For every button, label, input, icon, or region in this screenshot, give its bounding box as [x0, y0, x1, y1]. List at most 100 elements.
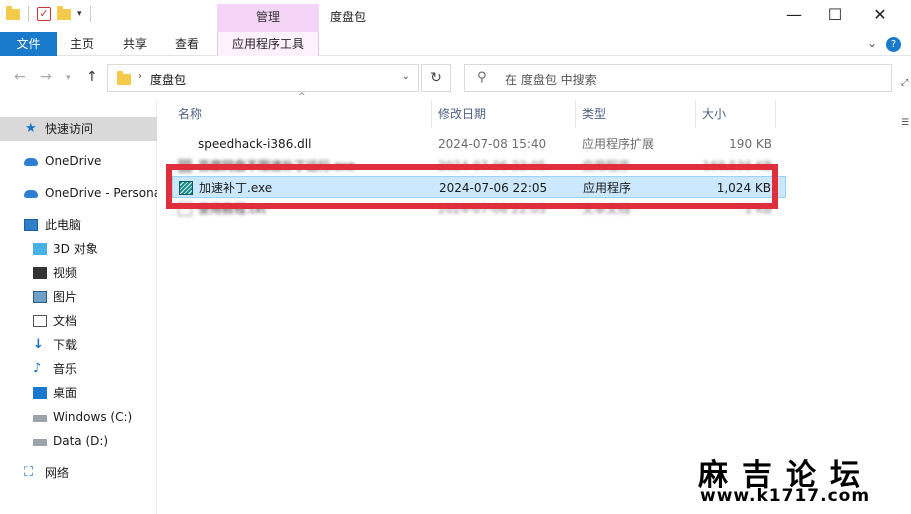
nav-item-drive-c[interactable]: Windows (C:) [0, 405, 157, 429]
file-row[interactable]: 使用教程.txt 2024-07-06 22:05 文本文档 1 KB [172, 198, 786, 220]
network-icon: ⛶ [24, 465, 34, 480]
file-type: 应用程序扩展 [582, 137, 655, 151]
cloud-icon [24, 158, 38, 166]
file-row[interactable]: speedhack-i386.dll 2024-07-08 15:40 应用程序… [172, 133, 786, 155]
nav-item-downloads[interactable]: ↓ 下载 [0, 333, 157, 357]
nav-item-quick-access[interactable]: ★ 快速访问 [0, 117, 157, 141]
help-icon[interactable]: ? [886, 37, 901, 52]
column-header-date[interactable]: 修改日期 [432, 100, 576, 128]
column-header-type[interactable]: 类型 [576, 100, 696, 128]
cloud-icon [24, 190, 38, 198]
maximize-button[interactable]: ☐ [812, 0, 858, 30]
nav-item-label: 音乐 [53, 362, 78, 376]
expand-icon[interactable]: ⤢ [901, 78, 908, 88]
nav-item-label: 桌面 [53, 386, 78, 400]
divider [89, 6, 91, 22]
watermark-url: www.k1717.com [700, 486, 871, 506]
search-input[interactable]: ⚲ 在 度盘包 中搜索 [464, 64, 892, 92]
new-folder-icon[interactable] [57, 5, 71, 20]
title-bar: ✓ ▾ 管理 度盘包 — ☐ ✕ [0, 0, 911, 32]
folder-icon [6, 5, 20, 20]
file-size: 190 KB [729, 137, 772, 151]
file-size: 169,536 KB [702, 159, 772, 173]
address-dropdown-chevron-icon[interactable]: ⌄ [402, 71, 410, 82]
tab-manage[interactable]: 管理 [217, 4, 319, 32]
ribbon-tabs: 文件 主页 共享 查看 应用程序工具 ⌄ ? [0, 32, 911, 56]
close-button[interactable]: ✕ [857, 0, 903, 30]
file-date: 2024-07-06 22:05 [438, 202, 547, 216]
tab-share[interactable]: 共享 [113, 32, 157, 56]
nav-item-music[interactable]: ♪ 音乐 [0, 357, 157, 381]
video-icon [33, 267, 47, 279]
layout-icon[interactable]: ☰ [901, 118, 909, 128]
music-icon: ♪ [33, 361, 42, 376]
navigation-pane: ★ 快速访问 OneDrive OneDrive - Persona 此电脑 3… [0, 100, 157, 514]
tab-view[interactable]: 查看 [165, 32, 209, 56]
address-row: ← → ▾ ↑ › 度盘包 ⌄ ↻ ⚲ 在 度盘包 中搜索 [0, 56, 911, 100]
nav-item-label: OneDrive [45, 154, 102, 168]
tab-file[interactable]: 文件 [0, 32, 57, 56]
file-row[interactable]: 百度网盘不限速补丁运行.exe 2024-07-06 22:05 应用程序 16… [172, 155, 786, 177]
cube-icon [33, 243, 47, 255]
divider [28, 6, 29, 22]
nav-item-3d-objects[interactable]: 3D 对象 [0, 237, 157, 261]
search-icon: ⚲ [477, 70, 487, 85]
address-bar[interactable]: › 度盘包 ⌄ [107, 64, 419, 92]
file-type: 应用程序 [583, 181, 632, 195]
column-header-size[interactable]: 大小 [696, 100, 776, 128]
file-name: speedhack-i386.dll [198, 137, 312, 151]
folder-icon [117, 71, 131, 85]
nav-item-desktop[interactable]: 桌面 [0, 381, 157, 405]
nav-item-drive-d[interactable]: Data (D:) [0, 429, 157, 453]
nav-item-label: 图片 [53, 290, 78, 304]
tab-application-tools[interactable]: 应用程序工具 [217, 32, 319, 56]
breadcrumb-chevron-icon[interactable]: › [138, 71, 142, 82]
nav-item-label: 下载 [53, 338, 78, 352]
customize-toolbar-chevron-icon[interactable]: ▾ [77, 9, 82, 19]
forward-arrow-icon[interactable]: → [40, 69, 52, 85]
back-arrow-icon[interactable]: ← [14, 69, 26, 85]
nav-item-documents[interactable]: 文档 [0, 309, 157, 333]
nav-item-label: 网络 [45, 466, 70, 480]
nav-item-onedrive-personal[interactable]: OneDrive - Persona [0, 181, 157, 205]
tab-home[interactable]: 主页 [60, 32, 104, 56]
recent-locations-chevron-icon[interactable]: ▾ [66, 73, 71, 83]
patch-app-icon [179, 181, 193, 195]
properties-icon[interactable]: ✓ [37, 7, 51, 21]
drive-icon [33, 415, 47, 422]
file-date: 2024-07-06 22:05 [438, 159, 547, 173]
nav-item-label: 快速访问 [45, 122, 94, 136]
nav-item-onedrive[interactable]: OneDrive [0, 149, 157, 173]
text-file-icon [178, 202, 192, 216]
nav-item-this-pc[interactable]: 此电脑 [0, 213, 157, 237]
file-size: 1 KB [744, 202, 772, 216]
nav-item-label: 此电脑 [45, 218, 82, 232]
nav-item-label: Windows (C:) [53, 410, 133, 424]
breadcrumb[interactable]: 度盘包 [150, 71, 186, 88]
exe-icon [178, 159, 192, 173]
document-icon [33, 315, 47, 327]
up-arrow-icon[interactable]: ↑ [86, 69, 98, 85]
column-header-name[interactable]: 名称 [172, 100, 432, 128]
file-type: 文本文档 [582, 202, 631, 216]
star-icon: ★ [25, 121, 37, 136]
minimize-button[interactable]: — [771, 0, 817, 30]
refresh-button[interactable]: ↻ [421, 64, 451, 92]
window-title: 度盘包 [330, 10, 367, 24]
nav-item-pictures[interactable]: 图片 [0, 285, 157, 309]
nav-item-network[interactable]: ⛶ 网络 [0, 461, 157, 485]
nav-item-videos[interactable]: 视频 [0, 261, 157, 285]
nav-item-label: Data (D:) [53, 434, 109, 448]
file-row-selected[interactable]: 加速补丁.exe 2024-07-06 22:05 应用程序 1,024 KB [172, 176, 786, 198]
file-name: 使用教程.txt [198, 202, 267, 216]
expand-ribbon-chevron-icon[interactable]: ⌄ [867, 36, 877, 50]
dll-icon [178, 137, 192, 151]
details-pane-edge: ⤢ ☰ [898, 78, 911, 514]
file-date: 2024-07-08 15:40 [438, 137, 547, 151]
desktop-icon [33, 387, 47, 399]
drive-icon [33, 439, 47, 446]
file-type: 应用程序 [582, 159, 631, 173]
search-placeholder: 在 度盘包 中搜索 [505, 73, 597, 87]
nav-item-label: OneDrive - Persona [45, 186, 157, 200]
pc-icon [24, 219, 38, 231]
